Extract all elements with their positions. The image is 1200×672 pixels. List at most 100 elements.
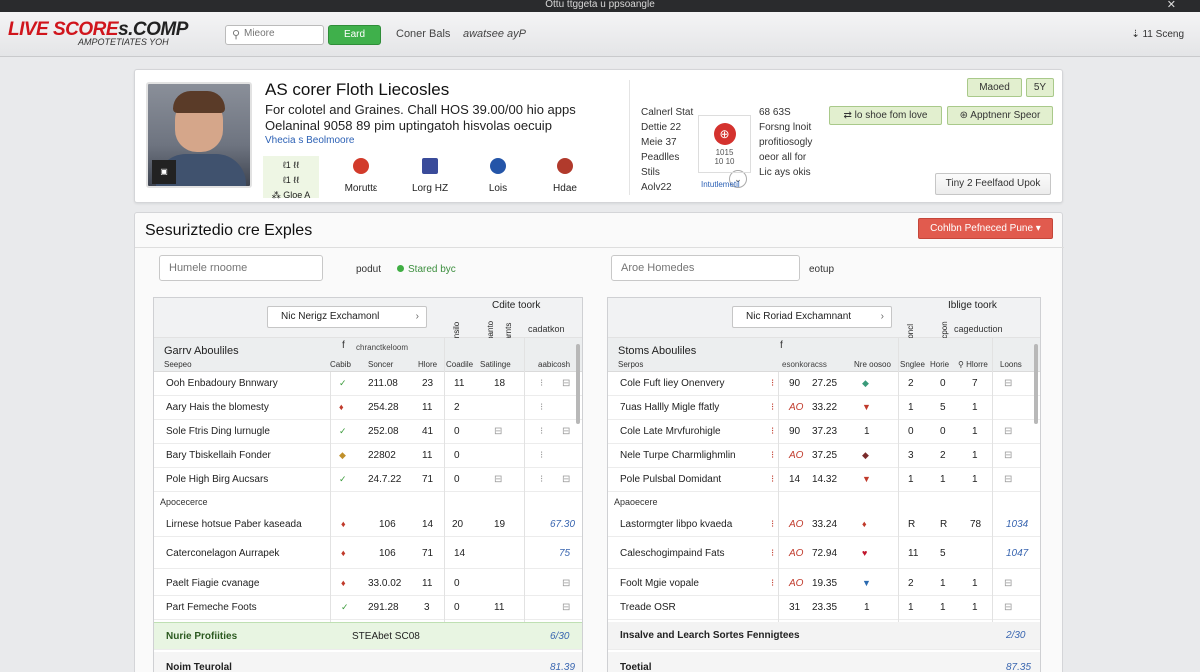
row-name: Part Femeche Foots (166, 602, 257, 613)
table-select[interactable]: Nic Nerigz Exchamonl › (267, 306, 427, 328)
row-name: Aary Hais the blomesty (166, 402, 269, 413)
close-icon[interactable]: ✕ (1167, 0, 1176, 11)
row-score: 87.35 (1006, 662, 1032, 672)
row-toggle-icon[interactable]: ⊟ (1004, 378, 1012, 389)
row-value: 0 (454, 450, 460, 461)
team-item-2[interactable]: Lorg HZ (400, 156, 460, 198)
row-value: 37.25 (812, 450, 838, 461)
row-toggle-icon[interactable]: ⊟ (1004, 602, 1012, 613)
right-filter-label: eotup (809, 264, 835, 275)
profile-link[interactable]: Vhecia s Beolmoore (265, 135, 355, 146)
action-button-love[interactable]: ⇄ lo shoe fom love (829, 106, 942, 125)
row-toggle-icon[interactable]: ⊟ (1004, 578, 1012, 589)
scrollbar[interactable] (1034, 344, 1038, 424)
col-header[interactable]: ⚲ Hlorre (958, 360, 988, 369)
facebook-icon[interactable]: f (780, 340, 783, 351)
row-name: Pole High Birg Aucsars (166, 474, 269, 485)
search-input[interactable] (244, 28, 320, 39)
diamond-icon: ♦ (341, 548, 346, 558)
highlight-row[interactable]: Insalve and Learch Sortes Fennigtees 2/3… (608, 622, 1040, 650)
row-toggle-icon[interactable]: ⊟ (1004, 474, 1012, 485)
col-header[interactable]: Satilinge (480, 360, 511, 369)
team-item-first[interactable]: ℓ1 ℓℓ ℓ1 ℓℓ ⁂ Gloe A (263, 156, 319, 200)
table-row[interactable]: Paelt Fiagie cvanage ♦ 33.0.02 11 0 ⊟ (154, 572, 582, 596)
col-header[interactable]: aabicosh (538, 360, 570, 369)
facebook-icon[interactable]: f (342, 340, 345, 351)
score-link[interactable]: Intutlemetil (701, 180, 740, 189)
highlight-row[interactable]: Nurie Profiities STEAbet SC08 6/30 (154, 622, 582, 650)
col-header[interactable]: Nre oosoo (854, 360, 891, 369)
row-score: 75 (559, 548, 571, 559)
row-value: 5 (940, 402, 946, 413)
col-header[interactable]: Soncer (368, 360, 393, 369)
team-item-1[interactable]: Moruttε (331, 156, 391, 198)
table-row[interactable]: Bary Tbiskellaih Fonder ◆ 22802 11 0 ⁝ (154, 444, 582, 468)
tag-maoed[interactable]: Maoed (967, 78, 1022, 97)
row-marker: ⁝ (771, 450, 775, 461)
row-toggle-icon[interactable]: ⊟ (1004, 450, 1012, 461)
action-button-speor[interactable]: ⊛ Apptnenr Speor (947, 106, 1053, 125)
table-row[interactable]: Foolt Mgie vopale ⁝ AO 19.35 ▼ 2 1 1 ⊟ (608, 572, 1040, 596)
table-row[interactable]: Cole Late Mrvfurohigle ⁝ 90 37.23 1 0 0 … (608, 420, 1040, 444)
col-header[interactable]: Horie (930, 360, 949, 369)
row-toggle-icon[interactable]: ⊟ (562, 474, 570, 485)
table-row[interactable]: Caterconelagon Aurrapek ♦ 106 71 14 75 (154, 539, 582, 569)
table-row[interactable]: Cole Fuft liey Onenvery ⁝ 90 27.25 ◆ 2 0… (608, 372, 1040, 396)
row-toggle-icon[interactable]: ⊟ (562, 602, 570, 613)
row-value: 90 (789, 378, 801, 389)
table-title: Garrv Abouliles (164, 345, 239, 357)
table-top-label: Iblige toork (948, 300, 997, 311)
row-toggle-icon[interactable]: ⊟ (562, 426, 570, 437)
row-value: 71 (422, 548, 434, 559)
col-header[interactable]: Cabib (330, 360, 351, 369)
row-value: 22802 (368, 450, 396, 461)
table-header: Stoms Abouliles Serpos f esonkoracss Nre… (608, 338, 1040, 372)
col-divider (524, 338, 525, 622)
tag-5y[interactable]: 5Y (1026, 78, 1054, 97)
table-select[interactable]: Nic Roriad Exchamnant › (732, 306, 892, 328)
row-name: Caleschogimpaind Fats (620, 548, 725, 559)
score-icon: ⊕ (713, 123, 736, 145)
table-row[interactable]: Nele Turpe Charmlighmlin ⁝ AO 37.25 ◆ 3 … (608, 444, 1040, 468)
team-item-4[interactable]: Hdae (535, 156, 595, 198)
scrollbar[interactable] (576, 344, 580, 424)
section-title: Sesuriztedio cre Exples (145, 222, 313, 239)
table-row[interactable]: Sole Ftris Ding lurnugle ✓ 252.08 41 0 ⊟… (154, 420, 582, 444)
feedback-upload-button[interactable]: Tiny 2 Feelfaod Upok (935, 173, 1051, 195)
table-row[interactable]: Lastormgter libpo kvaeda ⁝ AO 33.24 ♦ R … (608, 511, 1040, 537)
team-item-3[interactable]: Lois (468, 156, 528, 198)
row-marker: ⁝ (540, 474, 544, 485)
row-value: 0 (454, 474, 460, 485)
col-header[interactable]: Coadile (446, 360, 473, 369)
table-row[interactable]: 7uas Hallly Migle ffatly ⁝ AO 33.22 ▼ 1 … (608, 396, 1040, 420)
table-row[interactable]: Treade OSR 31 23.35 1 1 1 1 ⊟ (608, 596, 1040, 620)
left-filter-input[interactable] (159, 255, 323, 281)
nav-link-2[interactable]: awatsee ayP (463, 28, 526, 40)
table-row[interactable]: Part Femeche Foots ✓ 291.28 3 0 11 ⊟ (154, 596, 582, 620)
row-name: Treade OSR (620, 602, 676, 613)
preference-dropdown-button[interactable]: Cohlbn Pefneced Pune ▾ (918, 218, 1053, 239)
row-toggle-icon[interactable]: ⊟ (562, 578, 570, 589)
search-button[interactable]: Eard (328, 25, 381, 45)
table-row[interactable]: Caleschogimpaind Fats ⁝ AO 72.94 ♥ 11 5 … (608, 539, 1040, 569)
settings-menu[interactable]: ⇣ 11 Sceng (1131, 29, 1184, 40)
row-value: 1 (908, 402, 914, 413)
col-header[interactable]: Loons (1000, 360, 1022, 369)
score-box[interactable]: ⊕ 1015 10 10 (698, 115, 751, 173)
table-row[interactable]: Pole Pulsbal Domidant ⁝ 14 14.32 ▼ 1 1 1… (608, 468, 1040, 492)
right-filter-input[interactable] (611, 255, 800, 281)
nav-link-1[interactable]: Coner Bals (396, 28, 450, 40)
table-row[interactable]: Aary Hais the blomesty ♦ 254.28 11 2 ⁝ (154, 396, 582, 420)
row-toggle-icon[interactable]: ⊟ (1004, 426, 1012, 437)
table-row[interactable]: Ooh Enbadoury Bnnwary ✓ 211.08 23 11 18 … (154, 372, 582, 396)
table-row[interactable]: Lirnese hotsue Paber kaseada ♦ 106 14 20… (154, 511, 582, 537)
col-header[interactable]: Hlore (418, 360, 437, 369)
table-row[interactable]: Pole High Birg Aucsars ✓ 24.7.22 71 0 ⊟ … (154, 468, 582, 492)
stats-right: 68 63S Forsng lnoit profitiosogly oeor a… (759, 105, 812, 180)
row-value: 1 (940, 578, 946, 589)
logo[interactable]: LIVE SCOREs.COMP AMPOTETIATES YOH (8, 20, 188, 48)
row-value: AO (789, 402, 804, 413)
col-header[interactable]: Snglee (900, 360, 925, 369)
row-toggle-icon[interactable]: ⊟ (562, 378, 570, 389)
score-line-1: 1015 (715, 148, 734, 157)
